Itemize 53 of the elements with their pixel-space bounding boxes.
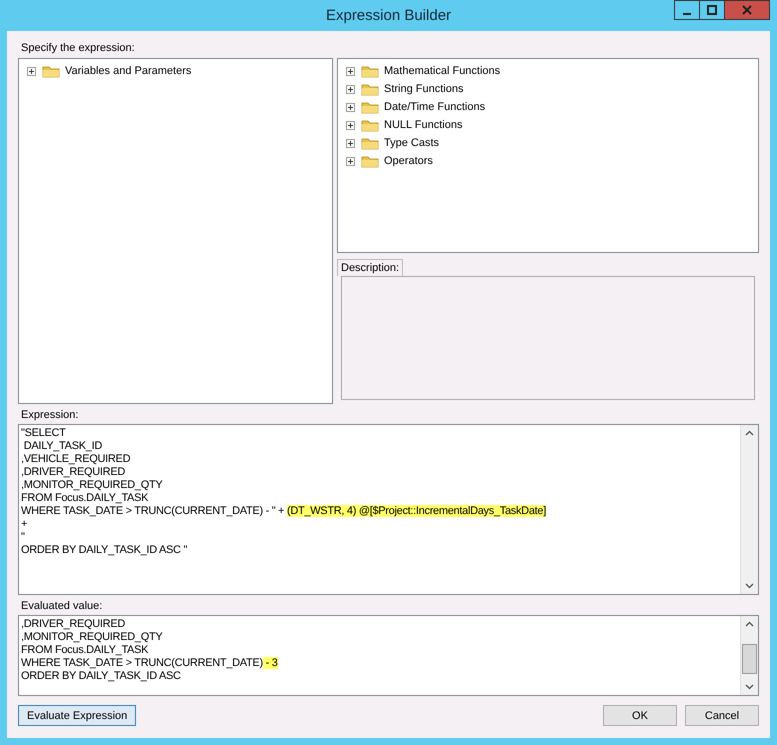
code-line: ,MONITOR_REQUIRED_QTY bbox=[21, 631, 164, 644]
folder-icon bbox=[42, 64, 60, 78]
expand-icon[interactable] bbox=[27, 66, 36, 76]
tree-item[interactable]: Operators bbox=[383, 155, 434, 167]
tree-item[interactable]: Date/Time Functions bbox=[383, 101, 486, 113]
folder-icon bbox=[361, 100, 379, 114]
tree-item[interactable]: NULL Functions bbox=[383, 119, 464, 131]
description-label: Description: bbox=[337, 259, 404, 276]
code-line: ,VEHICLE_REQUIRED bbox=[21, 453, 132, 466]
code-line: " bbox=[21, 531, 26, 544]
minimize-button[interactable] bbox=[674, 0, 700, 20]
expand-icon[interactable] bbox=[346, 84, 355, 94]
code-line: DAILY_TASK_ID bbox=[22, 440, 103, 453]
expression-field[interactable] bbox=[18, 424, 759, 595]
tree-item[interactable]: Variables and Parameters bbox=[64, 65, 192, 77]
expand-icon[interactable] bbox=[346, 156, 355, 166]
code-line: FROM Focus.DAILY_TASK bbox=[21, 492, 150, 505]
tree-item[interactable]: Mathematical Functions bbox=[383, 65, 502, 77]
evaluate-expression-button[interactable]: Evaluate Expression bbox=[18, 705, 136, 726]
window-title: Expression Builder bbox=[326, 7, 452, 24]
code-line: ,MONITOR_REQUIRED_QTY bbox=[21, 479, 164, 492]
code-line: WHERE TASK_DATE > TRUNC(CURRENT_DATE) - 3 bbox=[21, 657, 279, 670]
scrollbar[interactable] bbox=[740, 616, 758, 695]
minimize-icon bbox=[683, 13, 691, 15]
code-line: WHERE TASK_DATE > TRUNC(CURRENT_DATE) - " + (DT_WSTR, 4) @[$Project::IncrementalDays_TaskDate] bbox=[21, 505, 547, 518]
code-line: ORDER BY DAILY_TASK_ID ASC bbox=[21, 670, 182, 683]
code-line: FROM Focus.DAILY_TASK bbox=[21, 644, 150, 657]
ok-button[interactable]: OK bbox=[603, 705, 677, 726]
code-line: ORDER BY DAILY_TASK_ID ASC " bbox=[21, 544, 188, 557]
maximize-button[interactable] bbox=[699, 0, 725, 20]
expand-icon[interactable] bbox=[346, 102, 355, 112]
close-button[interactable] bbox=[724, 0, 770, 20]
specify-label: Specify the expression: bbox=[20, 41, 136, 55]
maximize-icon bbox=[707, 5, 717, 15]
folder-icon bbox=[361, 82, 379, 96]
folder-icon bbox=[361, 118, 379, 132]
folder-icon bbox=[361, 64, 379, 78]
tree-item[interactable]: String Functions bbox=[383, 83, 464, 95]
code-line: + bbox=[21, 518, 28, 531]
expression-label: Expression: bbox=[20, 408, 80, 422]
expand-icon[interactable] bbox=[346, 120, 355, 130]
close-icon bbox=[742, 5, 752, 15]
expand-icon[interactable] bbox=[346, 66, 355, 76]
folder-icon bbox=[361, 136, 379, 150]
code-line: ,DRIVER_REQUIRED bbox=[21, 618, 126, 631]
expand-icon[interactable] bbox=[346, 138, 355, 148]
scrollbar[interactable] bbox=[740, 425, 758, 594]
evaluated-value-label: Evaluated value: bbox=[20, 599, 104, 613]
code-line: "SELECT bbox=[21, 427, 67, 440]
code-line: ,DRIVER_REQUIRED bbox=[21, 466, 126, 479]
folder-icon bbox=[361, 154, 379, 168]
cancel-button[interactable]: Cancel bbox=[685, 705, 759, 726]
tree-item[interactable]: Type Casts bbox=[383, 137, 440, 149]
